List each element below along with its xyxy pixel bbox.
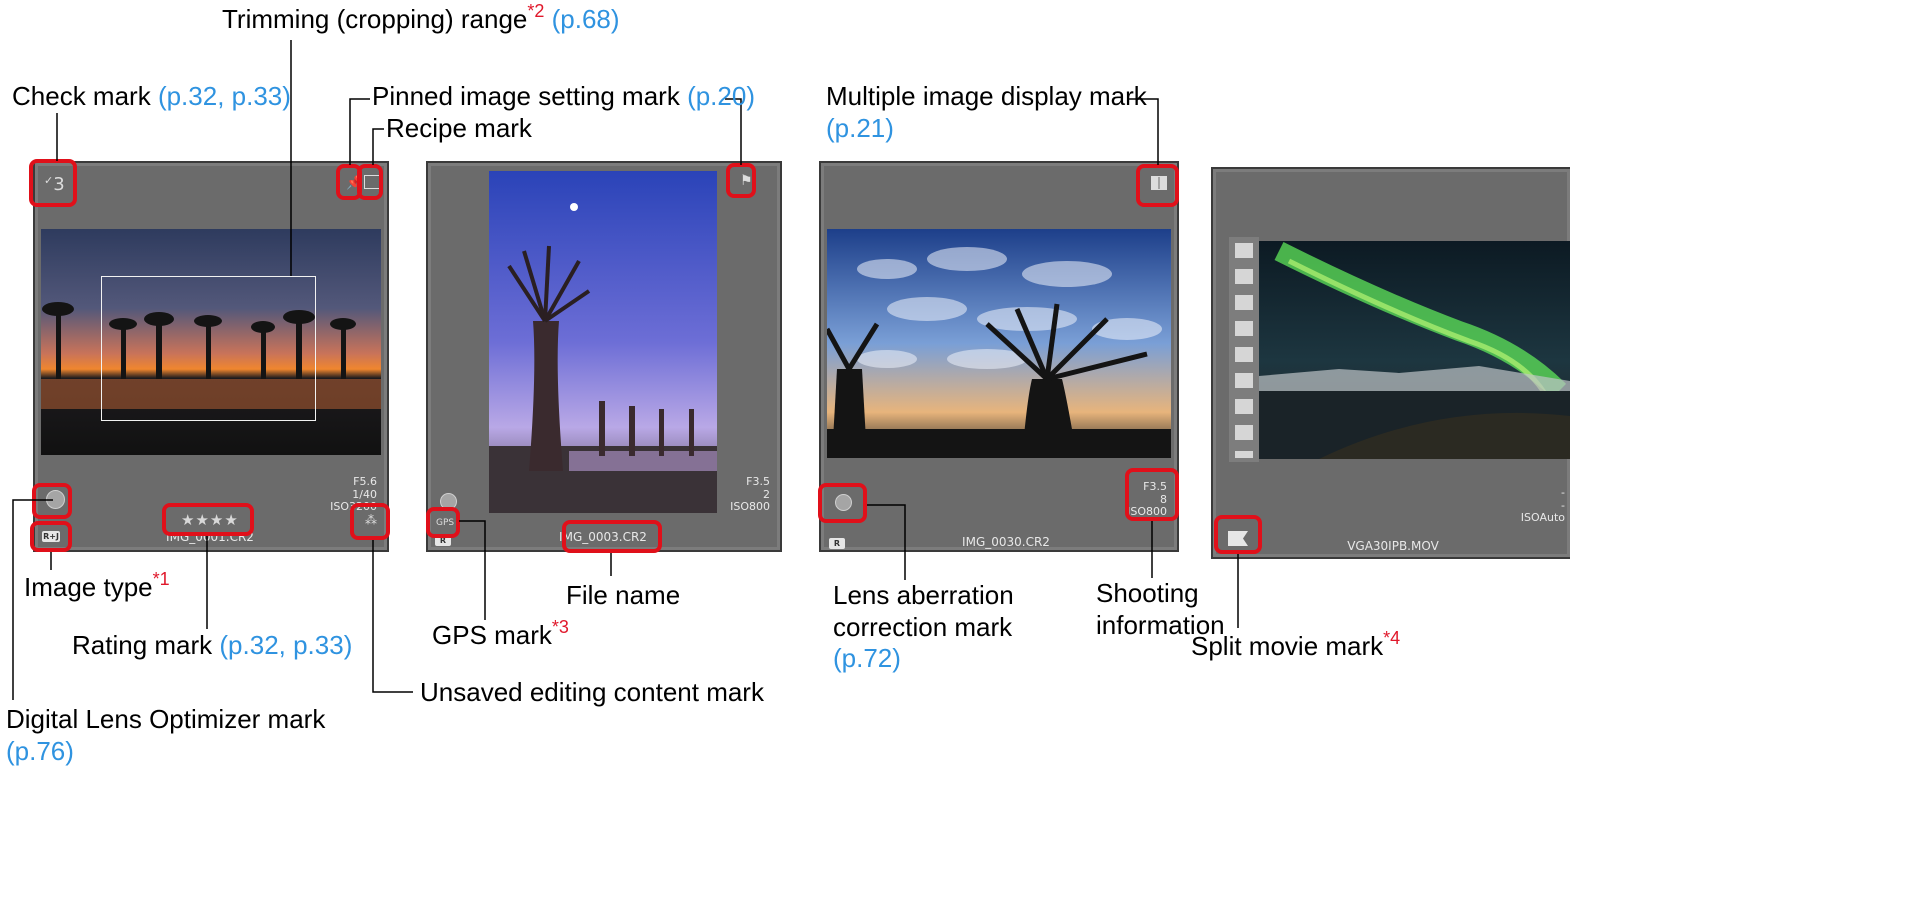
label-dlo: Digital Lens Optimizer mark (p.76) [6,704,325,767]
label-gps-text: GPS mark [432,620,552,650]
label-multiple-text: Multiple image display mark [826,81,1147,111]
label-lens-line1: Lens aberration [833,580,1014,610]
label-trimming-sup: *2 [527,1,545,21]
label-split-movie: Split movie mark*4 [1191,628,1401,663]
label-check-text: Check mark [12,81,151,111]
label-file-name: File name [566,580,680,612]
label-pinned-text: Pinned image setting mark [372,81,680,111]
label-pinned: Pinned image setting mark (p.20) [372,81,755,113]
label-unsaved: Unsaved editing content mark [420,677,764,709]
label-lens-aberration: Lens aberration correction mark (p.72) [833,580,1014,675]
label-pinned-ref[interactable]: (p.20) [687,81,755,111]
label-image-type: Image type*1 [24,569,170,604]
label-gps-sup: *3 [551,617,569,637]
label-dlo-ref[interactable]: (p.76) [6,736,325,768]
label-recipe: Recipe mark [386,113,532,145]
label-trimming-range: Trimming (cropping) range*2 (p.68) [222,1,620,36]
label-rating-text: Rating mark [72,630,213,660]
label-image-type-text: Image type [24,572,153,602]
label-multiple: Multiple image display mark (p.21) [826,81,1147,144]
label-rating: Rating mark (p.32, p.33) [72,630,352,662]
label-shooting-line1: Shooting [1096,578,1199,608]
label-multiple-ref[interactable]: (p.21) [826,113,1147,145]
label-lens-line2: correction mark [833,611,1013,642]
label-dlo-text: Digital Lens Optimizer mark [6,704,326,734]
label-check-ref[interactable]: (p.32, p.33) [158,81,291,111]
label-file-name-text: File name [566,580,681,610]
label-unsaved-text: Unsaved editing content mark [420,677,764,707]
label-split-text: Split movie mark [1191,631,1384,661]
label-trimming-text: Trimming (cropping) range [222,4,528,34]
label-rating-ref[interactable]: (p.32, p.33) [219,630,352,660]
label-trimming-ref[interactable]: (p.68) [552,4,620,34]
label-gps: GPS mark*3 [432,617,569,652]
label-lens-ref[interactable]: (p.72) [833,643,1014,675]
label-image-type-sup: *1 [152,569,170,589]
label-recipe-text: Recipe mark [386,113,532,143]
label-split-sup: *4 [1383,628,1401,648]
label-check-mark: Check mark (p.32, p.33) [12,81,291,113]
